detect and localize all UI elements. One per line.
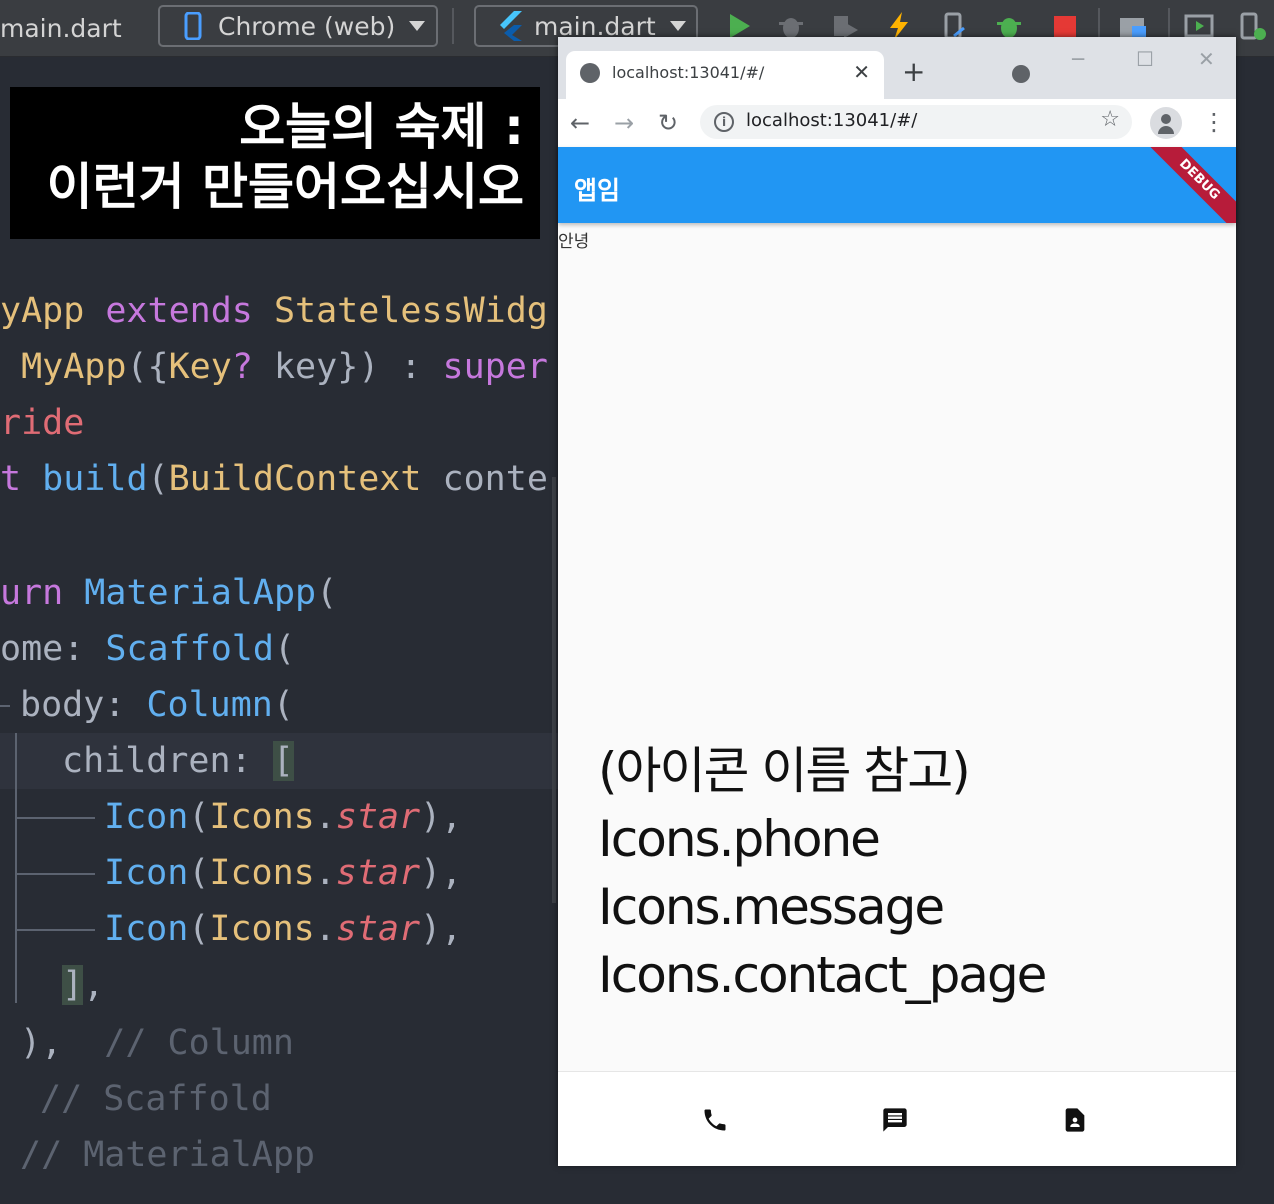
code-line-icon: Icon(Icons.star), <box>104 909 463 949</box>
caption-line: 오늘의 숙제 : <box>239 98 524 156</box>
message-icon[interactable] <box>881 1106 909 1134</box>
more-menu-icon[interactable]: ⋮ <box>1202 107 1226 137</box>
code-line-icon: Icon(Icons.star), <box>104 853 463 893</box>
android-sdk-icon[interactable] <box>1238 10 1268 42</box>
hint-message: Icons.message <box>598 878 945 936</box>
chevron-down-icon <box>669 21 686 31</box>
code-line-close-children: ], <box>62 965 105 1005</box>
code-line-icon: Icon(Icons.star), <box>104 797 463 837</box>
code-line-comment-scaffold: // Scaffold <box>40 1079 272 1119</box>
forward-icon[interactable]: → <box>614 109 634 137</box>
phone-icon[interactable] <box>701 1106 729 1134</box>
url-field[interactable]: i localhost:13041/#/ ☆ <box>700 105 1132 139</box>
tab-search-icon[interactable] <box>1012 65 1030 83</box>
bookmark-star-icon[interactable]: ☆ <box>1100 107 1120 132</box>
debug-banner: DEBUG <box>1145 147 1236 223</box>
app-bar-title: 앱임 <box>574 176 621 205</box>
code-line-constructor: MyApp({Key? key}) : super <box>0 347 548 387</box>
profile-avatar-icon[interactable] <box>1150 107 1182 139</box>
code-line-comment-materialapp: // MaterialApp <box>20 1135 316 1175</box>
homework-caption: 오늘의 숙제 : 이런거 만들어오십시오 <box>10 87 540 239</box>
reload-icon[interactable]: ↻ <box>658 109 678 137</box>
address-bar: ← → ↻ i localhost:13041/#/ ☆ ⋮ <box>558 99 1236 148</box>
code-line-build: t build(BuildContext conte <box>0 459 548 499</box>
site-info-icon[interactable]: i <box>714 112 734 132</box>
editor-scrollbar[interactable] <box>552 477 556 903</box>
device-selector-label: Chrome (web) <box>218 11 396 41</box>
indent-guide <box>15 733 17 1003</box>
tab-title: localhost:13041/#/ <box>612 63 765 82</box>
indent-guide <box>17 817 95 819</box>
code-line-body: body: Column( <box>20 685 294 725</box>
device-selector[interactable]: Chrome (web) <box>158 5 438 47</box>
tab-strip: localhost:13041/#/ ✕ + ─ ☐ ✕ <box>558 37 1236 99</box>
browser-window: localhost:13041/#/ ✕ + ─ ☐ ✕ ← → ↻ i loc… <box>558 37 1236 1166</box>
contact-page-icon[interactable] <box>1061 1106 1089 1134</box>
code-line-class: yApp extends StatelessWidg <box>0 291 548 331</box>
body-text: 안녕 <box>558 232 590 252</box>
url-text: localhost:13041/#/ <box>746 110 918 131</box>
close-window-icon[interactable]: ✕ <box>1198 47 1215 71</box>
phone-device-icon <box>184 12 202 40</box>
hint-phone: Icons.phone <box>598 810 881 868</box>
close-tab-icon[interactable]: ✕ <box>853 60 870 84</box>
code-line-return: urn MaterialApp( <box>0 573 338 613</box>
app-bar: 앱임 DEBUG <box>558 147 1236 223</box>
hint-heading: (아이콘 이름 참고) <box>598 742 971 800</box>
file-tab[interactable]: main.dart <box>0 14 122 43</box>
browser-tab[interactable]: localhost:13041/#/ ✕ <box>566 51 884 99</box>
code-line-home: ome: Scaffold( <box>0 629 296 669</box>
code-line-children: children: [ <box>62 741 294 781</box>
code-line-override: ride <box>0 403 85 443</box>
hint-contact-page: Icons.contact_page <box>598 946 1047 1004</box>
globe-icon <box>580 63 600 83</box>
indent-guide <box>0 705 10 707</box>
new-tab-icon[interactable]: + <box>902 55 925 88</box>
code-line-close-column: ), // Column <box>20 1023 294 1063</box>
indent-guide <box>17 929 95 931</box>
maximize-icon[interactable]: ☐ <box>1136 47 1154 71</box>
flutter-icon <box>500 11 522 41</box>
minimize-icon[interactable]: ─ <box>1072 47 1084 71</box>
back-icon[interactable]: ← <box>570 109 590 137</box>
chevron-down-icon <box>409 21 426 31</box>
bottom-bar <box>558 1071 1236 1166</box>
caption-line: 이런거 만들어오십시오 <box>46 158 524 216</box>
indent-guide <box>17 873 95 875</box>
toolbar-divider <box>452 8 454 44</box>
icon-name-hints: (아이콘 이름 참고) Icons.phone Icons.message Ic… <box>598 737 1047 1009</box>
